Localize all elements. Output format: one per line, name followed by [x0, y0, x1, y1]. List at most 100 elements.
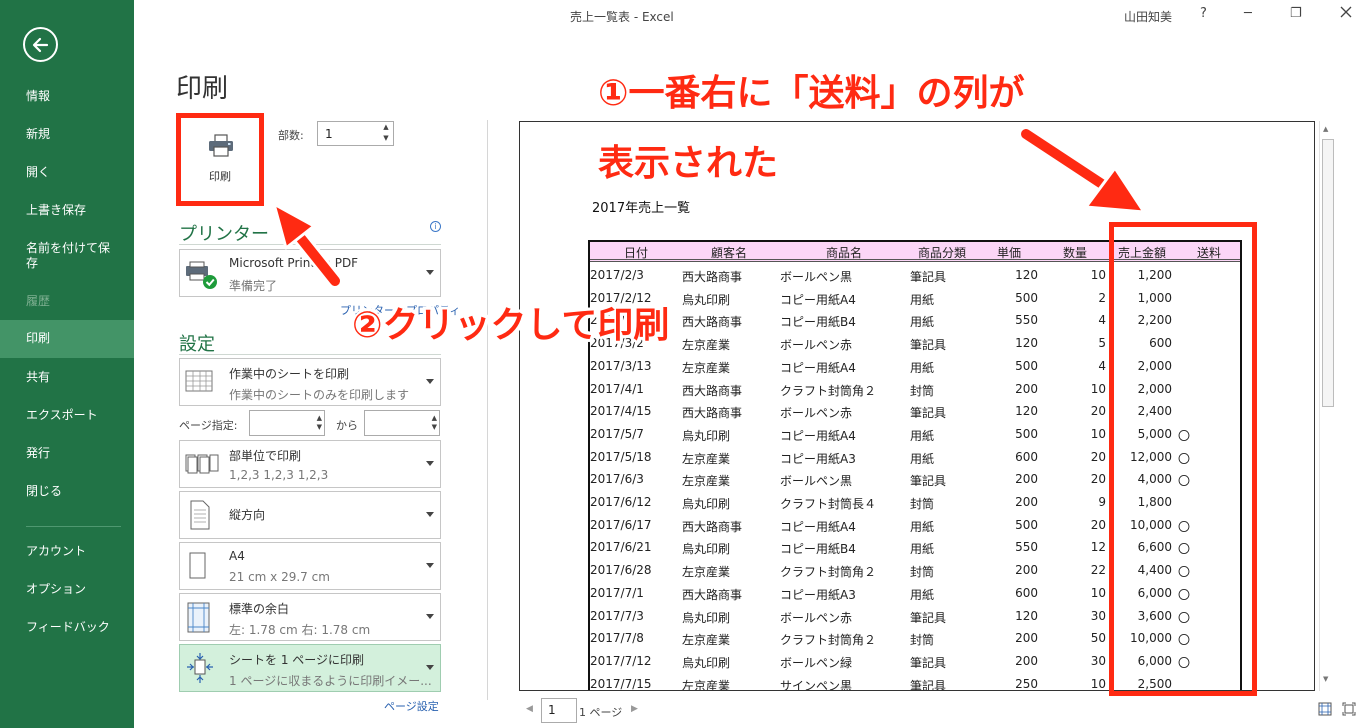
- pages-to-input[interactable]: ▲ ▼: [364, 410, 440, 436]
- section-rule: [179, 354, 441, 355]
- cell-product: ボールペン緑: [780, 655, 853, 670]
- panel-divider: [487, 120, 488, 700]
- nav-close[interactable]: 閉じる: [0, 484, 134, 499]
- cell-unit-price: 500: [1015, 290, 1038, 305]
- back-button[interactable]: [23, 27, 58, 62]
- next-page-icon[interactable]: ▶: [631, 704, 638, 714]
- section-rule: [179, 244, 441, 245]
- cell-customer: 左京産業: [682, 451, 731, 466]
- print-scope-desc: 作業中のシートのみを印刷します: [229, 388, 410, 402]
- current-page-input[interactable]: 1: [541, 698, 577, 723]
- copies-spinner[interactable]: 1 ▲ ▼: [317, 121, 394, 146]
- cell-date: 2017/7/8: [590, 631, 644, 646]
- cell-product: クラフト封筒角２: [780, 565, 877, 580]
- annotation-note-1: ①一番右に「送料」の列が: [598, 73, 1025, 114]
- paper-size-desc: 21 cm x 29.7 cm: [229, 570, 330, 584]
- cell-date: 2017/5/18: [590, 449, 652, 464]
- scroll-down-icon[interactable]: ▼: [1323, 675, 1328, 683]
- cell-unit-price: 600: [1015, 585, 1038, 600]
- minimize-button[interactable]: ─: [1244, 6, 1252, 21]
- spin-arrows-icon[interactable]: ▲ ▼: [317, 414, 322, 432]
- cell-unit-price: 200: [1015, 472, 1038, 487]
- paper-size-label: A4: [229, 549, 245, 563]
- cell-customer: 烏丸印刷: [682, 610, 731, 625]
- cell-date: 2017/7/1: [590, 585, 644, 600]
- paper-size-dropdown[interactable]: A4 21 cm x 29.7 cm: [179, 542, 441, 590]
- cell-quantity: 10: [1090, 676, 1106, 691]
- margins-label: 標準の余白: [229, 602, 290, 616]
- copies-label: 部数:: [278, 129, 304, 142]
- printer-dropdown[interactable]: Microsoft Print to PDF 準備完了: [179, 249, 441, 297]
- nav-save[interactable]: 上書き保存: [0, 203, 134, 218]
- zoom-to-page-icon[interactable]: [1342, 702, 1356, 716]
- cell-date: 2017/6/28: [590, 563, 652, 578]
- cell-customer: 左京産業: [682, 338, 731, 353]
- scroll-thumb[interactable]: [1322, 139, 1334, 407]
- chevron-down-icon: [426, 270, 434, 275]
- nav-save-as[interactable]: 名前を付けて保存: [0, 241, 110, 271]
- nav-print[interactable]: 印刷: [0, 320, 134, 358]
- nav-options[interactable]: オプション: [0, 582, 134, 597]
- cell-date: 2017/3/13: [590, 358, 652, 373]
- cell-unit-price: 120: [1015, 608, 1038, 623]
- cell-unit-price: 120: [1015, 404, 1038, 419]
- cell-customer: 西大路商事: [682, 315, 743, 330]
- settings-section-heading: 設定: [179, 334, 215, 355]
- collate-dropdown[interactable]: 部単位で印刷 1,2,3 1,2,3 1,2,3: [179, 440, 441, 488]
- cell-customer: 左京産業: [682, 565, 731, 580]
- cell-date: 2017/6/21: [590, 540, 652, 555]
- previous-page-icon[interactable]: ◀: [526, 704, 533, 714]
- chevron-down-icon: [426, 379, 434, 384]
- cell-product: コピー用紙B4: [780, 315, 856, 330]
- copies-value[interactable]: 1: [325, 127, 333, 141]
- nav-feedback[interactable]: フィードバック: [0, 620, 134, 635]
- cell-customer: 左京産業: [682, 678, 731, 691]
- printer-status: 準備完了: [229, 279, 278, 293]
- cell-quantity: 2: [1098, 290, 1106, 305]
- collate-pages-icon: [185, 454, 219, 474]
- cell-quantity: 20: [1090, 449, 1106, 464]
- cell-customer: 烏丸印刷: [682, 497, 731, 511]
- cell-date: 2017/7/12: [590, 653, 652, 668]
- printer-ready-icon: [186, 261, 217, 289]
- cell-product: コピー用紙A3: [780, 451, 856, 466]
- page-setup-link[interactable]: ページ設定: [384, 698, 439, 714]
- nav-share[interactable]: 共有: [0, 370, 134, 385]
- scroll-up-icon[interactable]: ▲: [1323, 125, 1328, 133]
- column-header: 数量: [1063, 246, 1088, 260]
- cell-unit-price: 500: [1015, 358, 1038, 373]
- print-scope-dropdown[interactable]: 作業中のシートを印刷 作業中のシートのみを印刷します: [179, 358, 441, 406]
- cell-customer: 西大路商事: [682, 383, 743, 398]
- cell-unit-price: 120: [1015, 268, 1038, 282]
- pages-from-input[interactable]: ▲ ▼: [249, 410, 325, 436]
- backstage-sidebar: 情報 新規 開く 上書き保存 名前を付けて保存 履歴 印刷 共有 エクスポート …: [0, 0, 134, 728]
- scaling-dropdown[interactable]: シートを 1 ページに印刷 1 ページに収まるように印刷イメー...: [179, 644, 441, 692]
- nav-account[interactable]: アカウント: [0, 544, 134, 559]
- nav-publish[interactable]: 発行: [0, 446, 134, 461]
- close-window-icon[interactable]: [1339, 5, 1353, 19]
- show-margins-icon[interactable]: [1318, 702, 1332, 716]
- preview-scrollbar[interactable]: ▲ ▼: [1319, 121, 1335, 691]
- sidebar-divider: [26, 526, 121, 527]
- help-button[interactable]: ?: [1200, 6, 1207, 21]
- margins-dropdown[interactable]: 標準の余白 左: 1.78 cm 右: 1.78 cm: [179, 593, 441, 641]
- user-name[interactable]: 山田知美: [1124, 8, 1172, 25]
- restore-button[interactable]: ❐: [1290, 6, 1302, 21]
- orientation-dropdown[interactable]: 縦方向: [179, 491, 441, 539]
- chevron-down-icon: [426, 461, 434, 466]
- cell-quantity: 30: [1090, 653, 1106, 668]
- nav-info[interactable]: 情報: [0, 89, 134, 104]
- cell-product: ボールペン黒: [780, 474, 853, 489]
- print-button[interactable]: 印刷: [176, 113, 264, 206]
- spin-arrows-icon[interactable]: ▲ ▼: [432, 414, 437, 432]
- cell-quantity: 10: [1090, 381, 1106, 396]
- info-icon[interactable]: i: [430, 221, 441, 232]
- cell-quantity: 10: [1090, 426, 1106, 441]
- window-title: 売上一覧表 - Excel: [570, 10, 674, 24]
- spin-arrows-icon[interactable]: ▲ ▼: [379, 122, 393, 145]
- nav-open[interactable]: 開く: [0, 165, 134, 180]
- cell-quantity: 4: [1098, 358, 1106, 373]
- nav-export[interactable]: エクスポート: [0, 408, 134, 423]
- chevron-down-icon: [426, 512, 434, 517]
- nav-new[interactable]: 新規: [0, 127, 134, 142]
